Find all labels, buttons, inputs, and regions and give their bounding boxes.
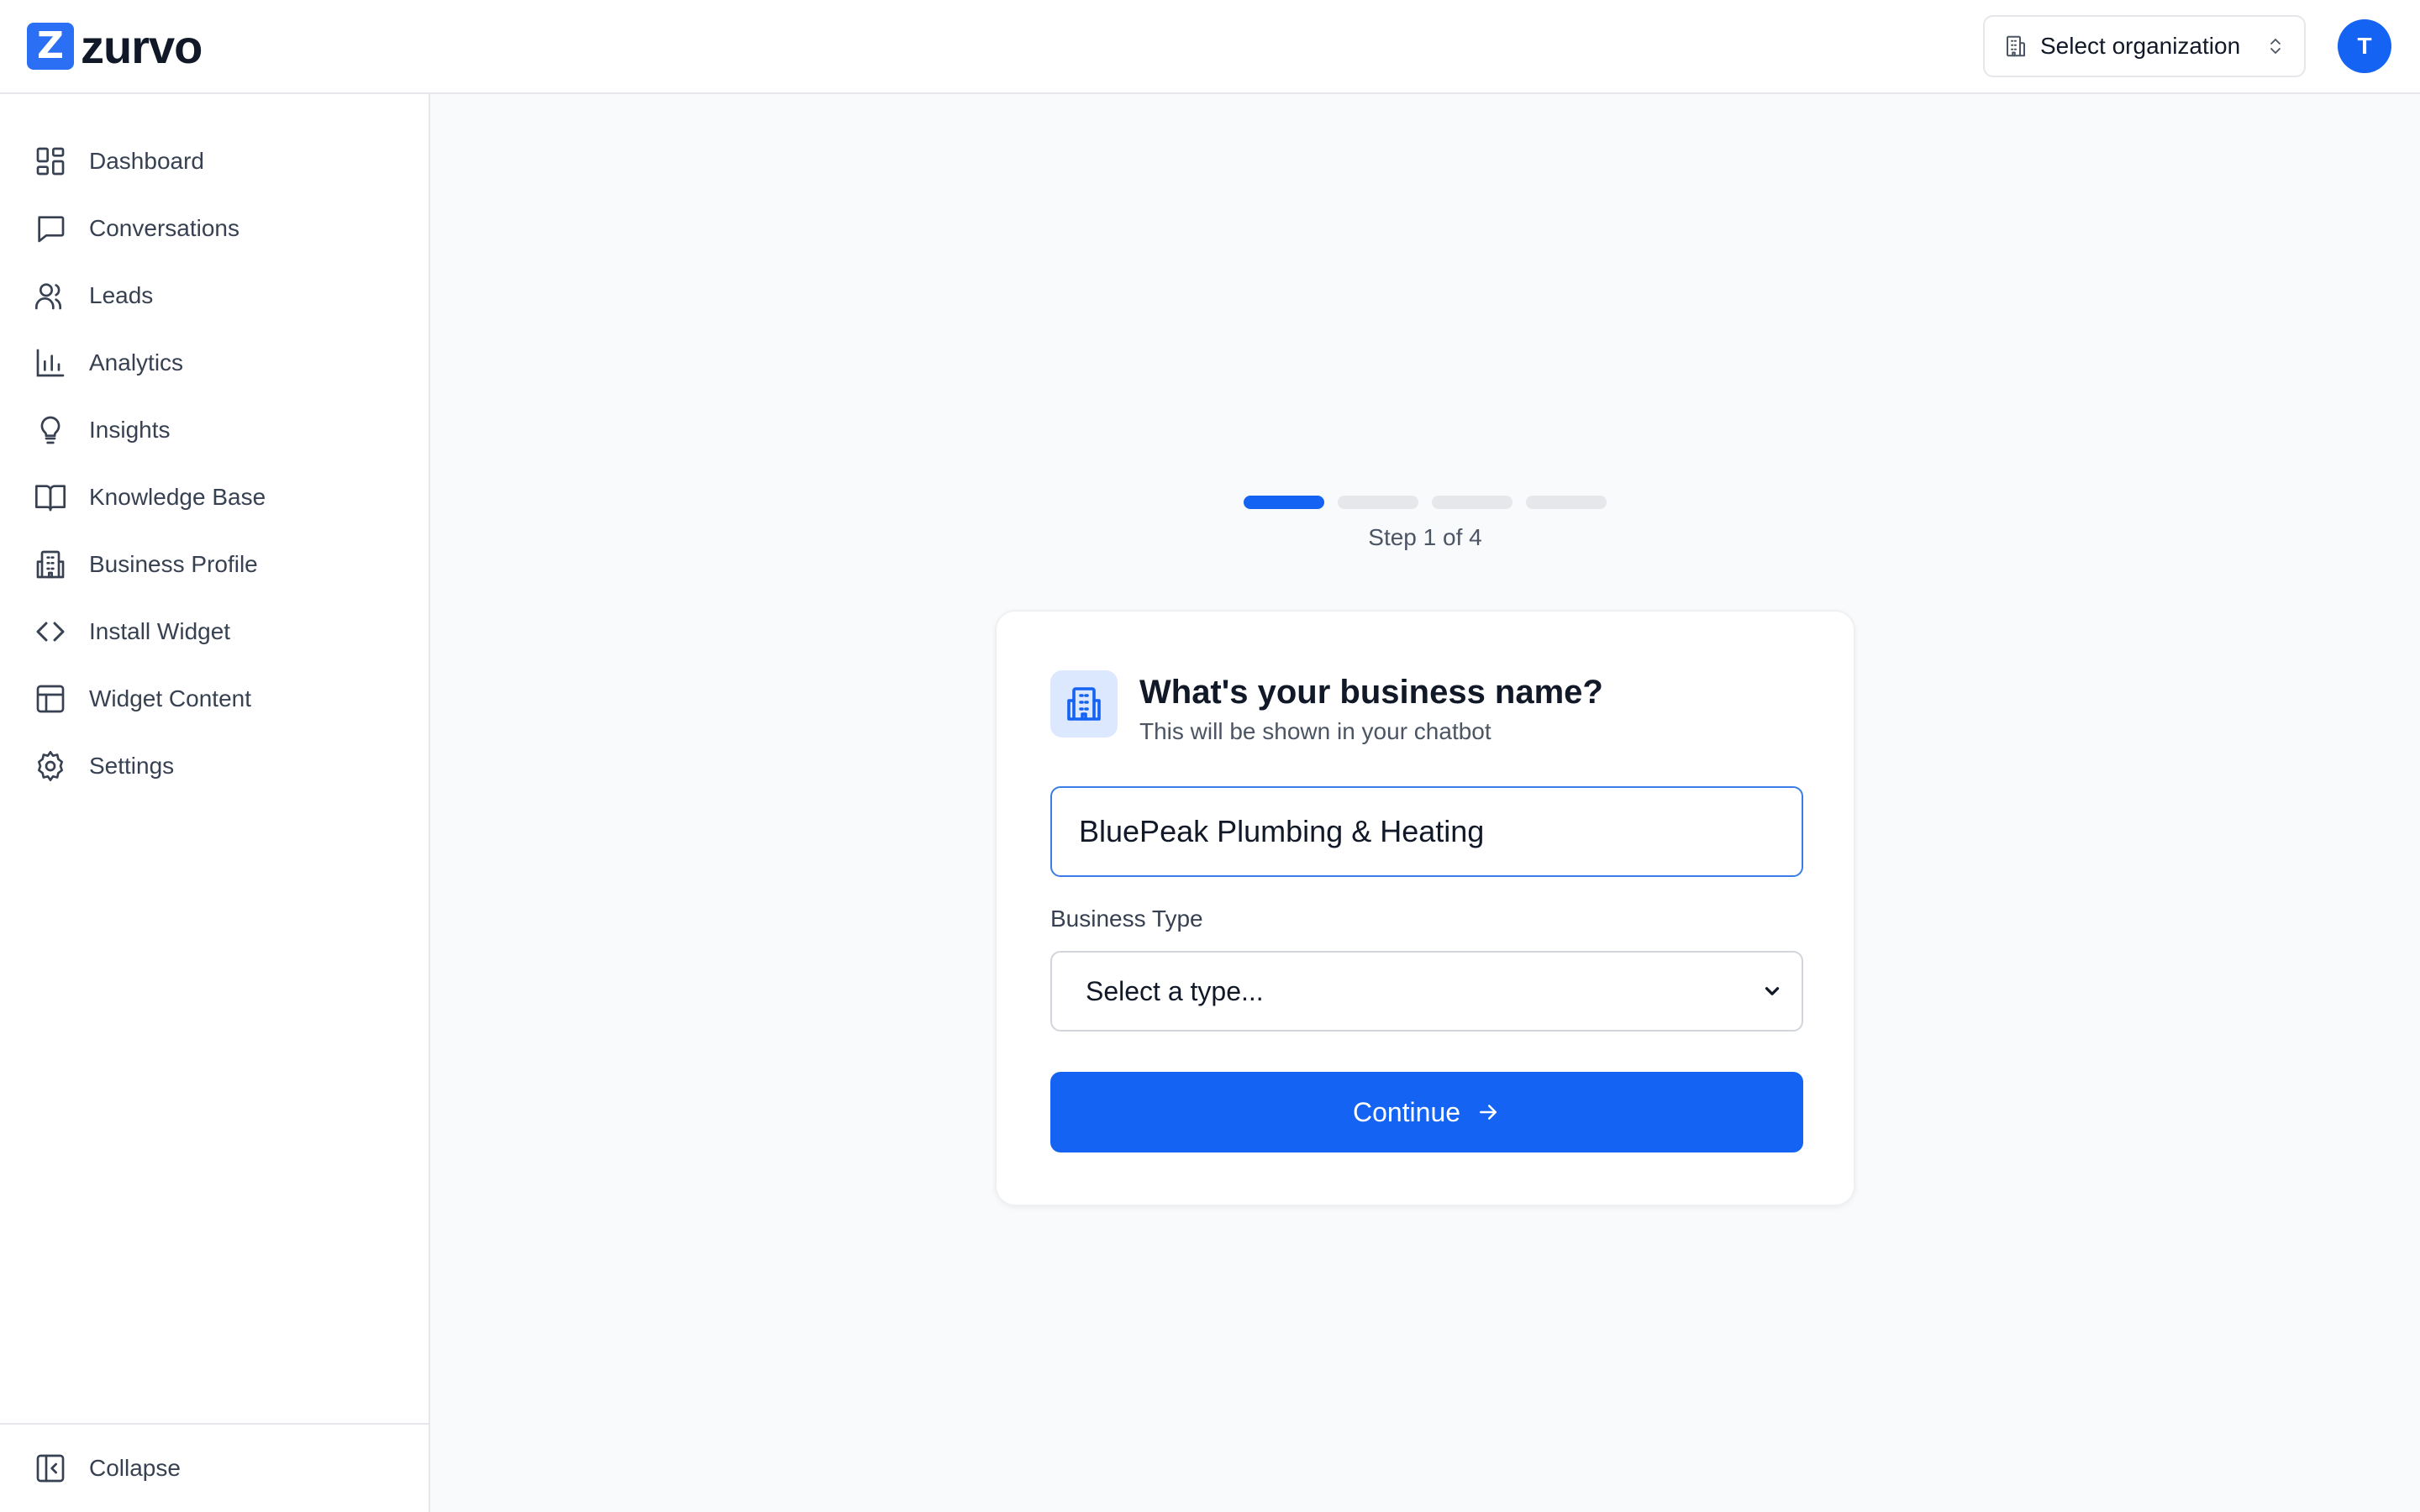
- business-name-input[interactable]: [1050, 786, 1803, 877]
- user-avatar[interactable]: T: [2338, 19, 2391, 73]
- onboarding-card: What's your business name? This will be …: [995, 610, 1855, 1206]
- gear-icon: [38, 751, 63, 781]
- sidebar-item-conversations[interactable]: Conversations: [0, 195, 429, 262]
- sidebar-item-label: Insights: [89, 417, 171, 443]
- lightbulb-icon: [40, 416, 60, 444]
- building-icon: [36, 550, 65, 579]
- business-type-label: Business Type: [1050, 906, 1203, 932]
- dashboard-icon: [36, 147, 65, 176]
- bar-chart-icon: [36, 349, 65, 377]
- step-indicator-1: [1244, 496, 1324, 509]
- sidebar-item-label: Conversations: [89, 215, 239, 241]
- building-icon: [2007, 35, 2025, 57]
- sidebar-item-label: Analytics: [89, 349, 184, 375]
- sidebar-item-business-profile[interactable]: Business Profile: [0, 531, 429, 598]
- sidebar-item-label: Business Profile: [89, 551, 258, 577]
- arrow-right-icon: [1480, 1105, 1497, 1120]
- users-icon: [35, 283, 62, 310]
- chevron-up-down-icon: [2270, 39, 2281, 54]
- sidebar-item-settings[interactable]: Settings: [0, 732, 429, 800]
- continue-button-label: Continue: [1352, 1096, 1461, 1127]
- sidebar-item-label: Install Widget: [89, 618, 231, 644]
- sidebar-item-insights[interactable]: Insights: [0, 396, 429, 464]
- sidebar-item-analytics[interactable]: Analytics: [0, 329, 429, 396]
- top-header: Z zurvo Select organization T: [0, 0, 2420, 94]
- chat-bubble-icon: [38, 216, 65, 243]
- sidebar-item-label: Knowledge Base: [89, 484, 266, 510]
- app-logo[interactable]: Z zurvo: [27, 19, 203, 74]
- onboarding-stepper: [1244, 496, 1607, 509]
- card-icon-badge: [1050, 670, 1118, 738]
- building-icon: [1067, 687, 1101, 721]
- chevron-down-icon: [1765, 987, 1780, 995]
- sidebar-item-install-widget[interactable]: Install Widget: [0, 598, 429, 665]
- sidebar-item-dashboard[interactable]: Dashboard: [0, 128, 429, 195]
- step-indicator-3: [1432, 496, 1512, 509]
- sidebar-item-widget-content[interactable]: Widget Content: [0, 665, 429, 732]
- business-type-selected-value: Select a type...: [1086, 975, 1264, 1006]
- sidebar-nav: Dashboard Conversations Leads Analytics …: [0, 94, 429, 800]
- sidebar-item-knowledge-base[interactable]: Knowledge Base: [0, 464, 429, 531]
- sidebar-item-label: Settings: [89, 753, 175, 779]
- sidebar-item-label: Leads: [89, 282, 154, 308]
- collapse-button[interactable]: Collapse: [0, 1423, 429, 1512]
- organization-select-label: Select organization: [2040, 33, 2241, 59]
- business-type-select[interactable]: Select a type...: [1050, 951, 1803, 1032]
- collapse-sidebar-icon: [36, 1454, 65, 1483]
- continue-button[interactable]: Continue: [1050, 1072, 1803, 1152]
- logo-wordmark: zurvo: [81, 19, 203, 73]
- card-header: What's your business name? This will be …: [1050, 670, 1603, 745]
- organization-select[interactable]: Select organization: [1983, 15, 2306, 77]
- step-counter: Step 1 of 4: [1368, 524, 1482, 550]
- card-subtitle: This will be shown in your chatbot: [1139, 718, 1491, 744]
- sidebar-item-label: Dashboard: [89, 148, 204, 174]
- step-indicator-4: [1526, 496, 1607, 509]
- collapse-label: Collapse: [89, 1455, 181, 1481]
- book-icon: [35, 485, 66, 512]
- sidebar: Dashboard Conversations Leads Analytics …: [0, 94, 430, 1512]
- sidebar-item-leads[interactable]: Leads: [0, 262, 429, 329]
- sidebar-item-label: Widget Content: [89, 685, 251, 711]
- layout-icon: [36, 685, 65, 713]
- code-icon: [36, 622, 65, 642]
- card-title: What's your business name?: [1139, 674, 1603, 711]
- logo-mark: Z: [27, 23, 74, 70]
- step-indicator-2: [1338, 496, 1418, 509]
